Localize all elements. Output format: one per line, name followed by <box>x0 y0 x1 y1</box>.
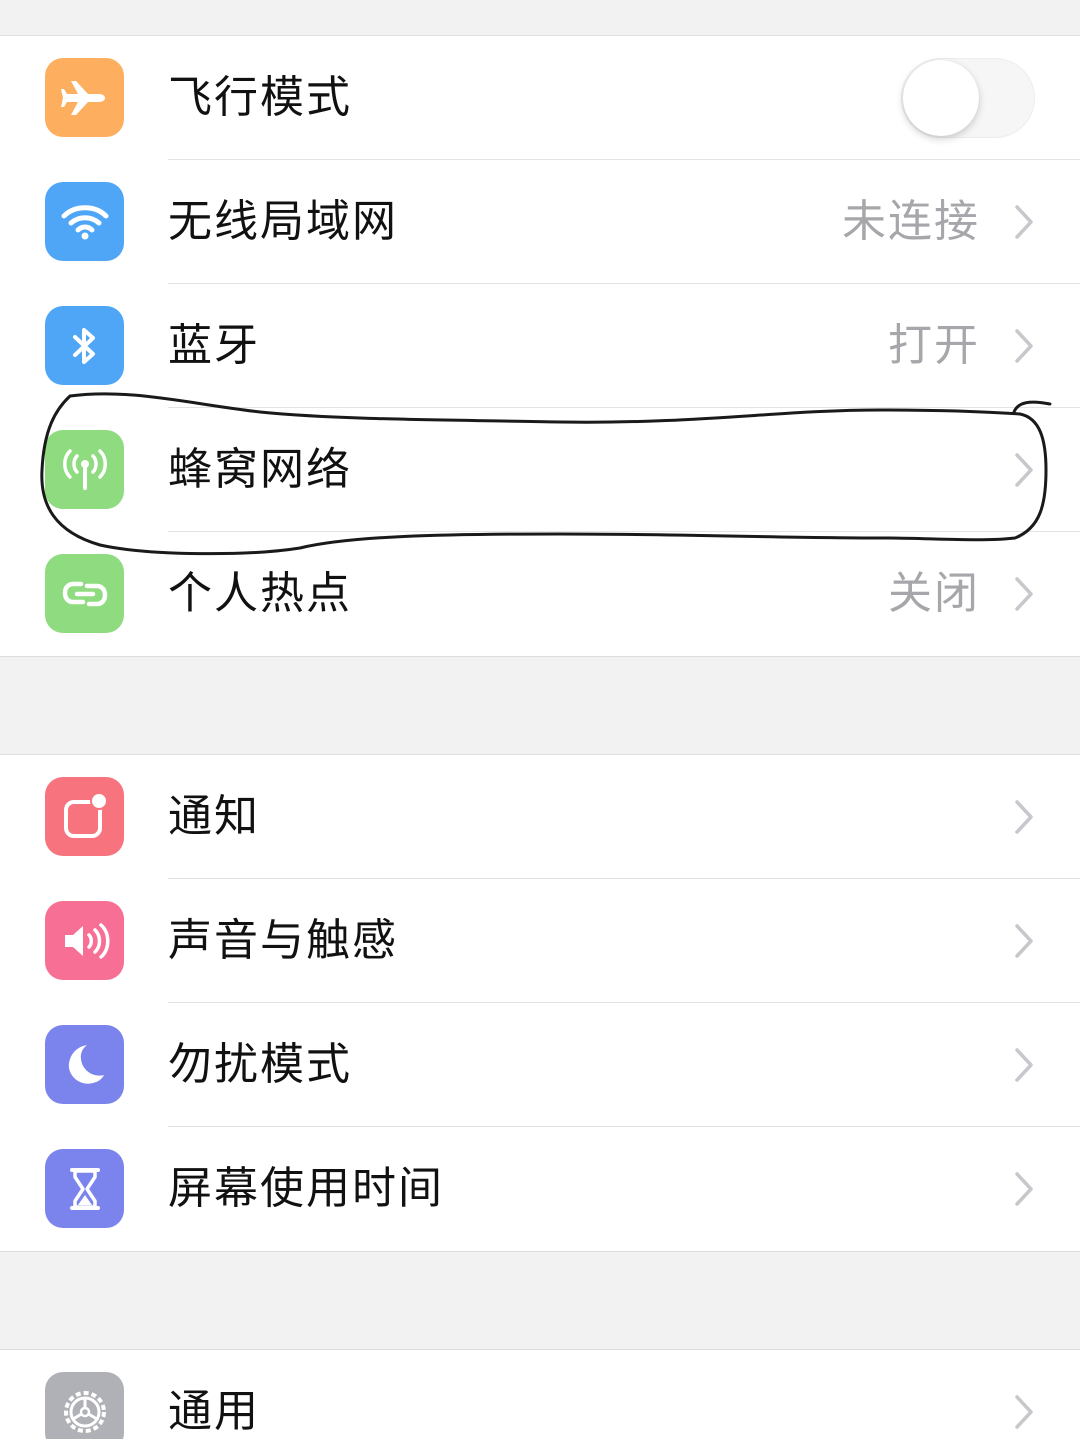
gear-icon <box>45 1372 124 1439</box>
settings-row-personal-hotspot[interactable]: 个人热点 关闭 <box>0 532 1080 656</box>
bluetooth-icon <box>45 306 124 385</box>
row-label: 通知 <box>168 791 260 842</box>
airplane-mode-toggle[interactable] <box>901 58 1035 138</box>
chevron-right-icon <box>1015 205 1033 239</box>
chevron-right-icon <box>1015 1172 1033 1206</box>
row-value: 未连接 <box>842 196 980 247</box>
row-label: 通用 <box>168 1386 260 1437</box>
chevron-right-icon <box>1015 800 1033 834</box>
general-group: 通用 <box>0 1350 1080 1439</box>
personal-hotspot-icon <box>45 554 124 633</box>
row-label: 勿扰模式 <box>168 1039 352 1090</box>
wifi-icon <box>45 182 124 261</box>
row-label: 个人热点 <box>168 568 352 619</box>
row-value: 打开 <box>888 320 980 371</box>
settings-row-wifi[interactable]: 无线局域网 未连接 <box>0 160 1080 284</box>
row-value: 关闭 <box>888 568 980 619</box>
chevron-right-icon <box>1015 329 1033 363</box>
cellular-antenna-icon <box>45 430 124 509</box>
settings-row-bluetooth[interactable]: 蓝牙 打开 <box>0 284 1080 408</box>
settings-row-do-not-disturb[interactable]: 勿扰模式 <box>0 1003 1080 1127</box>
row-label: 屏幕使用时间 <box>168 1163 444 1214</box>
notifications-group: 通知 声音与触感 勿扰模式 屏幕使用时间 <box>0 755 1080 1252</box>
chevron-right-icon <box>1015 577 1033 611</box>
moon-icon <box>45 1025 124 1104</box>
row-label: 声音与触感 <box>168 915 398 966</box>
row-label: 飞行模式 <box>168 72 352 123</box>
airplane-icon <box>45 58 124 137</box>
speaker-icon <box>45 901 124 980</box>
settings-row-cellular[interactable]: 蜂窝网络 <box>0 408 1080 532</box>
chevron-right-icon <box>1015 453 1033 487</box>
settings-screen: 飞行模式 无线局域网 未连接 蓝牙 打开 蜂窝网络 个人热点 关闭 通知 声音与… <box>0 0 1080 1439</box>
chevron-right-icon <box>1015 1048 1033 1082</box>
toggle-knob <box>903 60 979 136</box>
row-label: 蜂窝网络 <box>168 444 352 495</box>
chevron-right-icon <box>1015 1395 1033 1429</box>
group-spacer <box>0 1252 1080 1350</box>
chevron-right-icon <box>1015 924 1033 958</box>
notifications-icon <box>45 777 124 856</box>
connectivity-group: 飞行模式 无线局域网 未连接 蓝牙 打开 蜂窝网络 个人热点 关闭 <box>0 36 1080 657</box>
row-label: 蓝牙 <box>168 320 260 371</box>
group-spacer <box>0 657 1080 755</box>
hourglass-icon <box>45 1149 124 1228</box>
settings-row-sounds-haptics[interactable]: 声音与触感 <box>0 879 1080 1003</box>
settings-row-screen-time[interactable]: 屏幕使用时间 <box>0 1127 1080 1251</box>
top-spacer <box>0 0 1080 36</box>
row-label: 无线局域网 <box>168 196 398 247</box>
settings-row-airplane-mode[interactable]: 飞行模式 <box>0 36 1080 160</box>
settings-row-notifications[interactable]: 通知 <box>0 755 1080 879</box>
settings-row-general[interactable]: 通用 <box>0 1350 1080 1439</box>
